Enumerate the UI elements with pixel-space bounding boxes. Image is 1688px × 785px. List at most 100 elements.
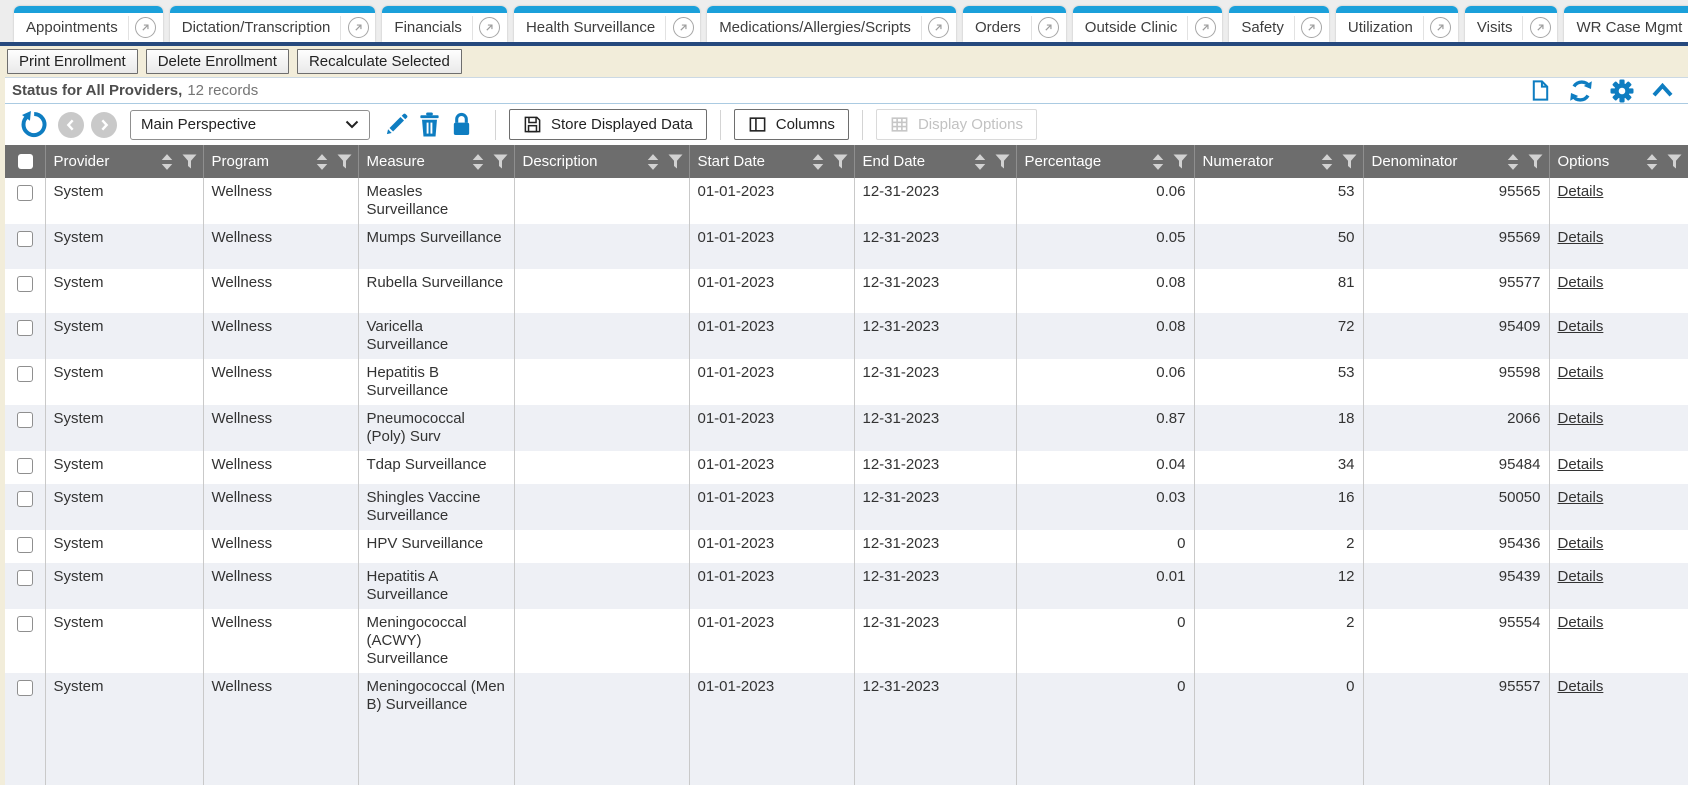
delete-trash-icon[interactable] [418, 112, 441, 137]
open-in-new-icon[interactable] [341, 17, 375, 38]
sort-icon[interactable] [647, 154, 659, 170]
store-displayed-data-button[interactable]: Store Displayed Data [509, 109, 707, 140]
details-link[interactable]: Details [1558, 614, 1604, 631]
row-checkbox[interactable] [17, 680, 33, 696]
details-link[interactable]: Details [1558, 318, 1604, 335]
details-link[interactable]: Details [1558, 183, 1604, 200]
cell-start-date: 01-01-2023 [689, 484, 854, 530]
row-checkbox[interactable] [17, 185, 33, 201]
details-link[interactable]: Details [1558, 568, 1604, 585]
column-header-program[interactable]: Program [203, 145, 358, 178]
tab-wr-case-mgmt[interactable]: WR Case Mgmt [1564, 6, 1688, 42]
sort-icon[interactable] [161, 154, 173, 170]
back-icon[interactable] [58, 112, 84, 138]
details-link[interactable]: Details [1558, 274, 1604, 291]
details-link[interactable]: Details [1558, 229, 1604, 246]
filter-icon[interactable] [995, 154, 1010, 169]
row-checkbox[interactable] [17, 231, 33, 247]
row-checkbox[interactable] [17, 366, 33, 382]
open-in-new-icon[interactable] [1188, 17, 1222, 38]
print-enrollment-button[interactable]: Print Enrollment [7, 49, 138, 74]
select-all-checkbox[interactable] [18, 154, 33, 169]
open-in-new-icon[interactable] [1032, 17, 1066, 38]
details-link[interactable]: Details [1558, 535, 1604, 552]
row-checkbox[interactable] [17, 276, 33, 292]
column-header-percentage[interactable]: Percentage [1016, 145, 1194, 178]
column-header-end-date[interactable]: End Date [854, 145, 1016, 178]
sort-icon[interactable] [316, 154, 328, 170]
forward-icon[interactable] [91, 112, 117, 138]
details-link[interactable]: Details [1558, 364, 1604, 381]
details-link[interactable]: Details [1558, 456, 1604, 473]
column-header-description[interactable]: Description [514, 145, 689, 178]
details-link[interactable]: Details [1558, 678, 1604, 695]
column-header-options[interactable]: Options [1549, 145, 1688, 178]
column-header-denominator[interactable]: Denominator [1363, 145, 1549, 178]
columns-button[interactable]: Columns [734, 109, 849, 140]
lock-icon[interactable] [450, 112, 473, 137]
row-checkbox[interactable] [17, 458, 33, 474]
cell-program: Wellness [203, 563, 358, 609]
filter-icon[interactable] [1667, 154, 1682, 169]
settings-gear-icon[interactable] [1610, 79, 1634, 103]
tab-outside-clinic[interactable]: Outside Clinic [1073, 6, 1223, 42]
tab-appointments[interactable]: Appointments [14, 6, 163, 42]
open-in-new-icon[interactable] [1424, 17, 1458, 38]
tab-dictation-transcription[interactable]: Dictation/Transcription [170, 6, 376, 42]
open-in-new-icon[interactable] [1295, 17, 1329, 38]
row-checkbox[interactable] [17, 491, 33, 507]
recalculate-selected-button[interactable]: Recalculate Selected [297, 49, 462, 74]
filter-icon[interactable] [493, 154, 508, 169]
tab-visits[interactable]: Visits [1465, 6, 1558, 42]
new-document-icon[interactable] [1529, 79, 1552, 102]
filter-icon[interactable] [668, 154, 683, 169]
row-checkbox[interactable] [17, 570, 33, 586]
tab-utilization[interactable]: Utilization [1336, 6, 1458, 42]
filter-icon[interactable] [337, 154, 352, 169]
open-in-new-icon[interactable] [1523, 17, 1557, 38]
filter-icon[interactable] [1528, 154, 1543, 169]
cell-numerator: 72 [1194, 313, 1363, 359]
edit-pencil-icon[interactable] [384, 112, 409, 137]
row-checkbox[interactable] [17, 616, 33, 632]
open-in-new-icon[interactable] [473, 17, 507, 38]
sort-icon[interactable] [974, 154, 986, 170]
tab-orders[interactable]: Orders [963, 6, 1066, 42]
open-in-new-icon[interactable] [666, 17, 700, 38]
collapse-chevron-icon[interactable] [1651, 82, 1674, 99]
display-options-button[interactable]: Display Options [876, 109, 1037, 140]
details-link[interactable]: Details [1558, 410, 1604, 427]
column-header-numerator[interactable]: Numerator [1194, 145, 1363, 178]
cell-end-date: 12-31-2023 [854, 609, 1016, 673]
refresh-icon[interactable] [1569, 79, 1593, 103]
open-in-new-icon[interactable] [922, 17, 956, 38]
select-all-header[interactable] [5, 145, 45, 178]
cell-description [514, 224, 689, 269]
row-checkbox[interactable] [17, 412, 33, 428]
sort-icon[interactable] [1646, 154, 1658, 170]
sort-icon[interactable] [1507, 154, 1519, 170]
undo-icon[interactable] [19, 111, 47, 139]
filter-icon[interactable] [833, 154, 848, 169]
perspective-select[interactable]: Main Perspective [130, 110, 370, 140]
sort-icon[interactable] [812, 154, 824, 170]
sort-icon[interactable] [1321, 154, 1333, 170]
column-header-start-date[interactable]: Start Date [689, 145, 854, 178]
column-header-measure[interactable]: Measure [358, 145, 514, 178]
filter-icon[interactable] [1342, 154, 1357, 169]
delete-enrollment-button[interactable]: Delete Enrollment [146, 49, 289, 74]
filter-icon[interactable] [182, 154, 197, 169]
details-link[interactable]: Details [1558, 489, 1604, 506]
tab-financials[interactable]: Financials [382, 6, 507, 42]
tab-health-surveillance[interactable]: Health Surveillance [514, 6, 700, 42]
open-in-new-icon[interactable] [129, 17, 163, 38]
sort-icon[interactable] [472, 154, 484, 170]
column-header-provider[interactable]: Provider [45, 145, 203, 178]
row-checkbox[interactable] [17, 320, 33, 336]
sort-icon[interactable] [1152, 154, 1164, 170]
tab-medications-allergies-scripts[interactable]: Medications/Allergies/Scripts [707, 6, 956, 42]
row-checkbox[interactable] [17, 537, 33, 553]
filter-icon[interactable] [1173, 154, 1188, 169]
tab-safety[interactable]: Safety [1229, 6, 1329, 42]
cell-percentage: 0 [1016, 673, 1194, 785]
